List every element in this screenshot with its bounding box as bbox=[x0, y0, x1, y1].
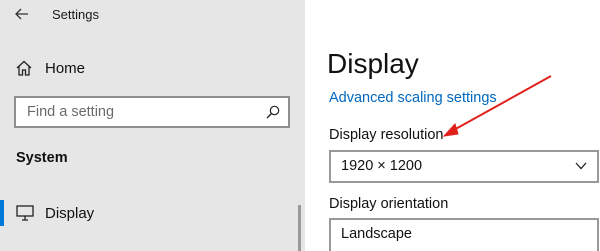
sidebar: Settings Home Find a setting System Disp… bbox=[0, 0, 305, 251]
monitor-icon bbox=[16, 205, 34, 221]
home-icon bbox=[16, 60, 32, 76]
page-title: Display bbox=[327, 48, 419, 79]
advanced-scaling-link[interactable]: Advanced scaling settings bbox=[329, 90, 497, 106]
search-icon[interactable] bbox=[266, 105, 280, 119]
sidebar-item-display-label: Display bbox=[45, 205, 95, 222]
resolution-dropdown[interactable]: 1920 × 1200 bbox=[329, 150, 599, 183]
window-title: Settings bbox=[52, 7, 99, 22]
orientation-label: Display orientation bbox=[329, 196, 449, 212]
back-arrow-icon bbox=[15, 8, 28, 20]
orientation-value: Landscape bbox=[341, 226, 412, 242]
sidebar-item-home-label: Home bbox=[45, 60, 86, 77]
chevron-down-icon bbox=[575, 162, 587, 170]
sidebar-item-home[interactable]: Home bbox=[0, 54, 305, 84]
back-button[interactable] bbox=[10, 3, 34, 25]
search-placeholder: Find a setting bbox=[27, 104, 115, 120]
search-input[interactable]: Find a setting bbox=[14, 96, 290, 128]
sidebar-scrollbar[interactable] bbox=[298, 205, 301, 251]
section-title-system: System bbox=[16, 150, 68, 166]
selection-indicator bbox=[0, 200, 4, 226]
sidebar-item-display[interactable]: Display bbox=[0, 198, 305, 230]
resolution-label: Display resolution bbox=[329, 127, 444, 143]
main-content: Display Advanced scaling settings Displa… bbox=[305, 0, 600, 251]
resolution-value: 1920 × 1200 bbox=[341, 158, 423, 174]
orientation-dropdown[interactable]: Landscape bbox=[329, 218, 599, 251]
